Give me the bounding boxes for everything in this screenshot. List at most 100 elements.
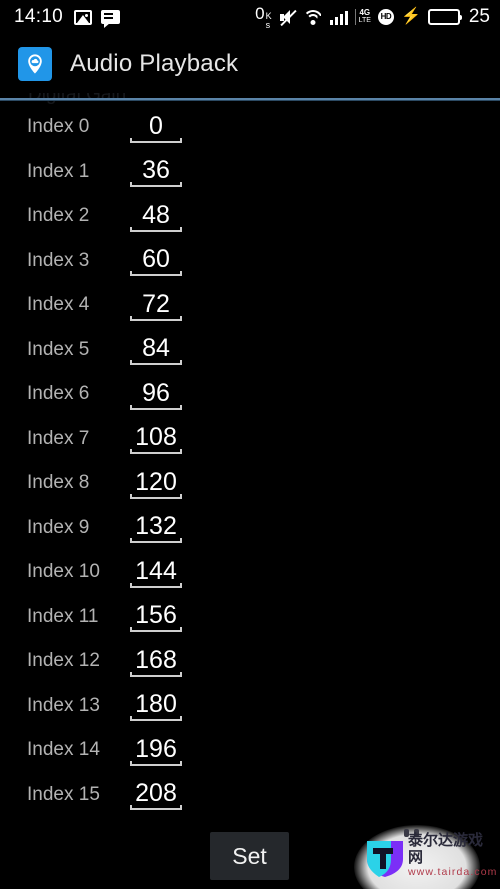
bottom-action-bar: Set 泰尔达游戏网 www.tairda.com <box>0 823 500 889</box>
index-value-input[interactable]: 48 <box>130 201 182 232</box>
watermark-dots-icon <box>404 829 419 837</box>
table-row: Index 15 208 <box>0 773 500 818</box>
index-value-text: 196 <box>135 734 177 763</box>
table-row: Index 11 156 <box>0 595 500 640</box>
charging-bolt-icon: ⚡ <box>400 8 421 25</box>
status-bar-notification-icons <box>74 9 121 28</box>
network-lte-label: LTE <box>358 17 371 24</box>
index-row-label: Index 7 <box>27 427 90 449</box>
set-button[interactable]: Set <box>210 832 289 880</box>
index-value-input[interactable]: 208 <box>130 779 182 811</box>
cellular-signal-icon <box>329 10 348 25</box>
status-bar: 14:10 0 K s 4G LTE HD ⚡ 25 <box>0 0 500 34</box>
index-value-input[interactable]: 156 <box>130 601 182 633</box>
index-value-input[interactable]: 196 <box>130 735 182 766</box>
index-row-label: Index 8 <box>27 472 90 494</box>
table-row: Index 3 60 <box>0 239 500 284</box>
watermark-glow <box>354 825 480 889</box>
index-row-label: Index 15 <box>27 783 100 805</box>
index-value-input[interactable]: 132 <box>130 512 182 544</box>
index-row-list: Index 0 0 Index 1 36 Index 2 48 Index 3 60 Index… <box>0 105 500 817</box>
section-divider <box>0 98 500 101</box>
mute-icon <box>279 9 297 26</box>
settings-list[interactable]: Digital Gain Index 0 0 Index 1 36 Index 2 48 I… <box>0 93 500 823</box>
index-value-text: 168 <box>135 645 177 674</box>
index-value-input[interactable]: 72 <box>130 290 182 321</box>
phone-screen: 14:10 0 K s 4G LTE HD ⚡ 25 Audio Playbac… <box>0 0 500 889</box>
screenshot-image-icon <box>74 9 93 25</box>
data-rate-unit: K s <box>266 12 272 30</box>
status-bar-system-icons: 0 K s 4G LTE HD ⚡ 25 <box>255 4 490 30</box>
index-row-label: Index 13 <box>27 694 100 716</box>
index-row-label: Index 4 <box>27 294 90 316</box>
watermark-site-name: 泰尔达游戏网 <box>408 831 484 866</box>
battery-percent-label: 25 <box>468 6 490 27</box>
index-row-label: Index 0 <box>27 116 90 138</box>
wifi-icon <box>302 9 323 25</box>
app-bar: Audio Playback <box>0 34 500 93</box>
watermark-text: 泰尔达游戏网 www.tairda.com <box>408 832 498 879</box>
index-row-label: Index 3 <box>27 249 90 271</box>
index-row-label: Index 10 <box>27 561 100 583</box>
table-row: Index 6 96 <box>0 372 500 417</box>
tairda-shield-logo-icon <box>364 839 406 879</box>
table-row: Index 9 132 <box>0 506 500 551</box>
message-chat-icon <box>101 10 121 28</box>
table-row: Index 10 144 <box>0 550 500 595</box>
volte-hd-icon: HD <box>377 9 394 25</box>
index-value-text: 156 <box>135 601 177 630</box>
index-value-text: 180 <box>135 690 177 719</box>
table-row: Index 0 0 <box>0 105 500 150</box>
table-row: Index 7 108 <box>0 417 500 462</box>
table-row: Index 12 168 <box>0 639 500 684</box>
index-value-input[interactable]: 0 <box>130 112 182 143</box>
index-value-text: 60 <box>142 245 170 274</box>
index-value-text: 108 <box>135 423 177 452</box>
site-watermark: 泰尔达游戏网 www.tairda.com <box>344 823 498 889</box>
table-row: Index 4 72 <box>0 283 500 328</box>
data-rate-unit-bottom: s <box>265 20 271 30</box>
index-value-text: 96 <box>142 378 170 407</box>
index-value-input[interactable]: 60 <box>130 245 182 277</box>
index-value-input[interactable]: 168 <box>130 646 182 677</box>
index-value-input[interactable]: 120 <box>130 468 182 499</box>
table-row: Index 5 84 <box>0 328 500 373</box>
index-row-label: Index 5 <box>27 338 90 360</box>
table-row: Index 13 180 <box>0 684 500 729</box>
index-row-label: Index 11 <box>27 605 99 627</box>
data-rate-indicator: 0 K s <box>255 4 271 30</box>
index-value-input[interactable]: 36 <box>130 156 182 188</box>
network-4g-lte-icon: 4G LTE <box>354 8 371 25</box>
index-value-text: 0 <box>149 111 163 140</box>
index-row-label: Index 2 <box>27 205 90 227</box>
index-value-input[interactable]: 108 <box>130 423 182 455</box>
index-value-input[interactable]: 180 <box>130 690 182 722</box>
network-type-label: 4G <box>359 8 371 17</box>
index-value-input[interactable]: 96 <box>130 379 182 410</box>
table-row: Index 2 48 <box>0 194 500 239</box>
index-row-label: Index 9 <box>27 516 90 538</box>
index-value-text: 144 <box>135 556 177 585</box>
index-value-text: 120 <box>135 467 177 496</box>
index-row-label: Index 1 <box>27 160 90 182</box>
index-value-text: 208 <box>135 779 177 808</box>
page-title: Audio Playback <box>70 49 239 77</box>
index-value-text: 48 <box>142 200 170 229</box>
watermark-site-url: www.tairda.com <box>408 866 498 878</box>
index-value-text: 72 <box>142 289 170 318</box>
table-row: Index 1 36 <box>0 150 500 195</box>
cloud-location-pin-icon <box>18 46 52 81</box>
index-value-text: 36 <box>142 156 170 185</box>
data-rate-value: 0 <box>255 4 265 23</box>
index-row-label: Index 14 <box>27 739 100 761</box>
index-value-text: 132 <box>135 512 177 541</box>
table-row: Index 8 120 <box>0 461 500 506</box>
index-value-input[interactable]: 84 <box>130 334 182 366</box>
battery-icon <box>427 9 462 25</box>
table-row: Index 14 196 <box>0 728 500 773</box>
index-value-input[interactable]: 144 <box>130 557 182 588</box>
index-row-label: Index 6 <box>27 383 90 405</box>
index-row-label: Index 12 <box>27 650 100 672</box>
index-value-text: 84 <box>142 334 170 363</box>
status-bar-clock: 14:10 <box>14 6 64 27</box>
